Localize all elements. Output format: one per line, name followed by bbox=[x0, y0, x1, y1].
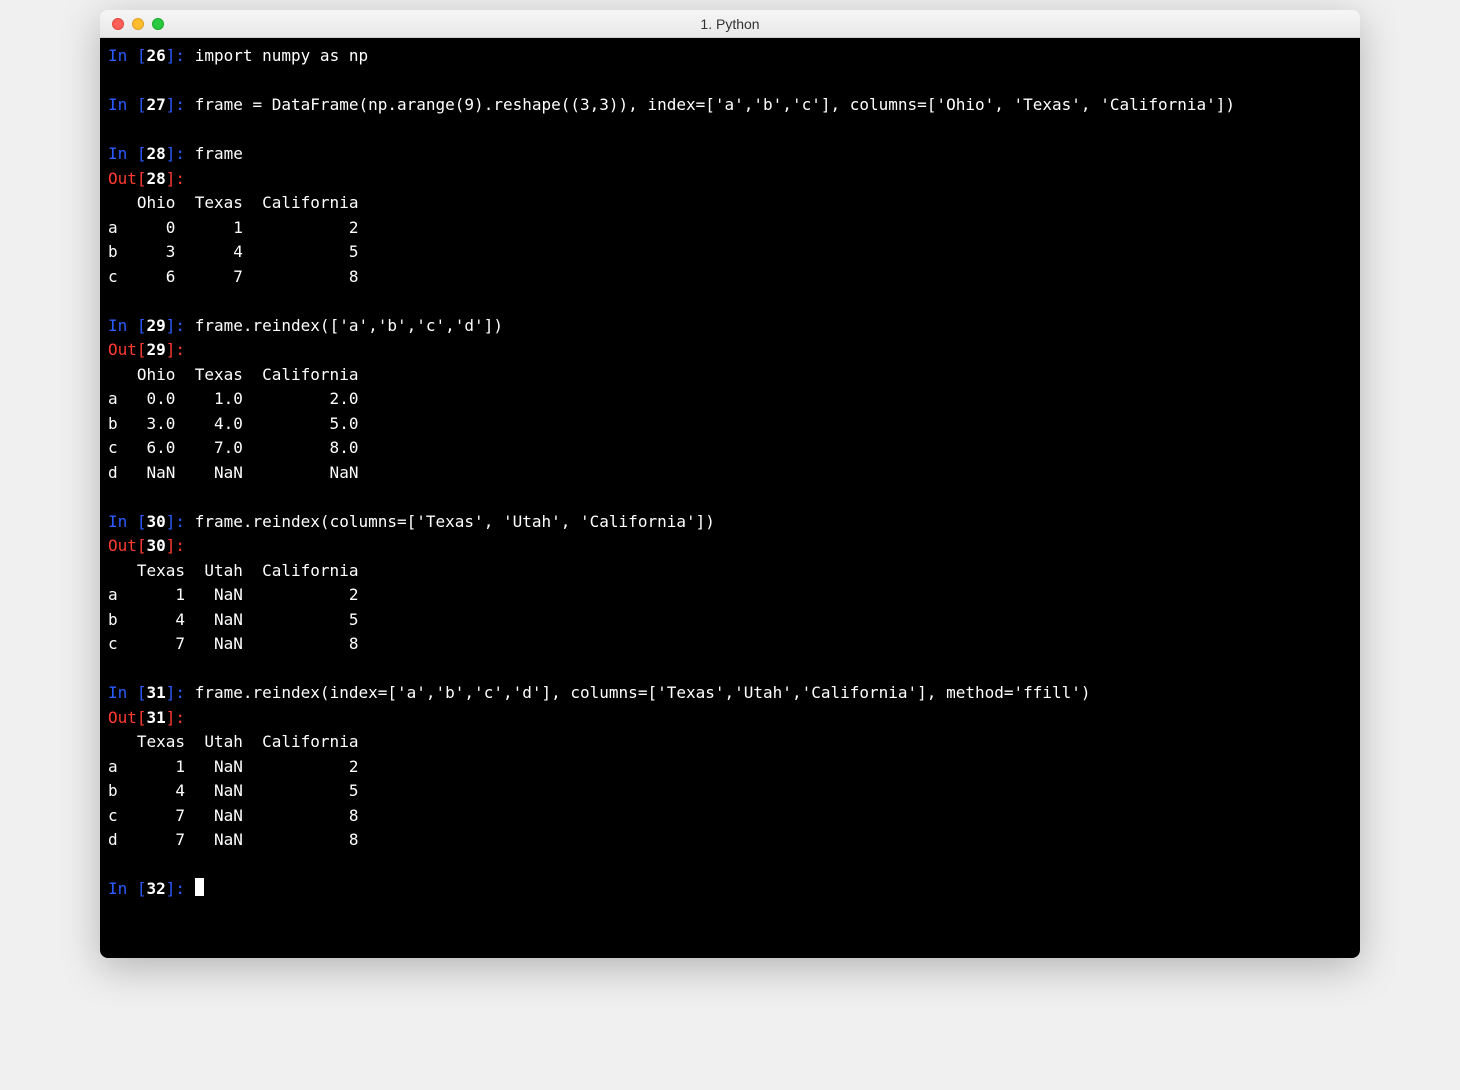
cursor-icon bbox=[195, 878, 204, 896]
output-text: Texas Utah California a 1 NaN 2 b 4 NaN … bbox=[108, 732, 358, 849]
in-prompt-number: 26 bbox=[147, 46, 166, 65]
input-code: frame = DataFrame(np.arange(9).reshape((… bbox=[195, 95, 1235, 114]
output-text: Texas Utah California a 1 NaN 2 b 4 NaN … bbox=[108, 561, 358, 654]
in-prompt: In [ bbox=[108, 95, 147, 114]
in-prompt-number: 30 bbox=[147, 512, 166, 531]
terminal-window: 1. Python In [26]: import numpy as np In… bbox=[100, 10, 1360, 958]
out-prompt-number: 28 bbox=[147, 169, 166, 188]
in-prompt-number: 31 bbox=[147, 683, 166, 702]
out-prompt: Out[ bbox=[108, 536, 147, 555]
traffic-lights bbox=[100, 18, 164, 30]
in-prompt-number: 28 bbox=[147, 144, 166, 163]
input-code: import numpy as np bbox=[195, 46, 368, 65]
in-prompt: In [ bbox=[108, 879, 147, 898]
in-prompt-number: 32 bbox=[147, 879, 166, 898]
in-prompt: In [ bbox=[108, 316, 147, 335]
input-code: frame.reindex(index=['a','b','c','d'], c… bbox=[195, 683, 1091, 702]
out-prompt-number: 30 bbox=[147, 536, 166, 555]
in-prompt-number: 27 bbox=[147, 95, 166, 114]
out-prompt-number: 29 bbox=[147, 340, 166, 359]
output-text: Ohio Texas California a 0.0 1.0 2.0 b 3.… bbox=[108, 365, 358, 482]
out-prompt: Out[ bbox=[108, 340, 147, 359]
in-prompt-number: 29 bbox=[147, 316, 166, 335]
titlebar[interactable]: 1. Python bbox=[100, 10, 1360, 38]
window-title: 1. Python bbox=[100, 16, 1360, 32]
out-prompt-number: 31 bbox=[147, 708, 166, 727]
close-icon[interactable] bbox=[112, 18, 124, 30]
output-text: Ohio Texas California a 0 1 2 b 3 4 5 c … bbox=[108, 193, 358, 286]
terminal-content[interactable]: In [26]: import numpy as np In [27]: fra… bbox=[100, 38, 1360, 958]
input-code: frame.reindex(columns=['Texas', 'Utah', … bbox=[195, 512, 715, 531]
in-prompt: In [ bbox=[108, 683, 147, 702]
out-prompt: Out[ bbox=[108, 708, 147, 727]
input-code: frame.reindex(['a','b','c','d']) bbox=[195, 316, 503, 335]
maximize-icon[interactable] bbox=[152, 18, 164, 30]
out-prompt: Out[ bbox=[108, 169, 147, 188]
in-prompt: In [ bbox=[108, 512, 147, 531]
in-prompt: In [ bbox=[108, 46, 147, 65]
minimize-icon[interactable] bbox=[132, 18, 144, 30]
input-code: frame bbox=[195, 144, 243, 163]
in-prompt: In [ bbox=[108, 144, 147, 163]
